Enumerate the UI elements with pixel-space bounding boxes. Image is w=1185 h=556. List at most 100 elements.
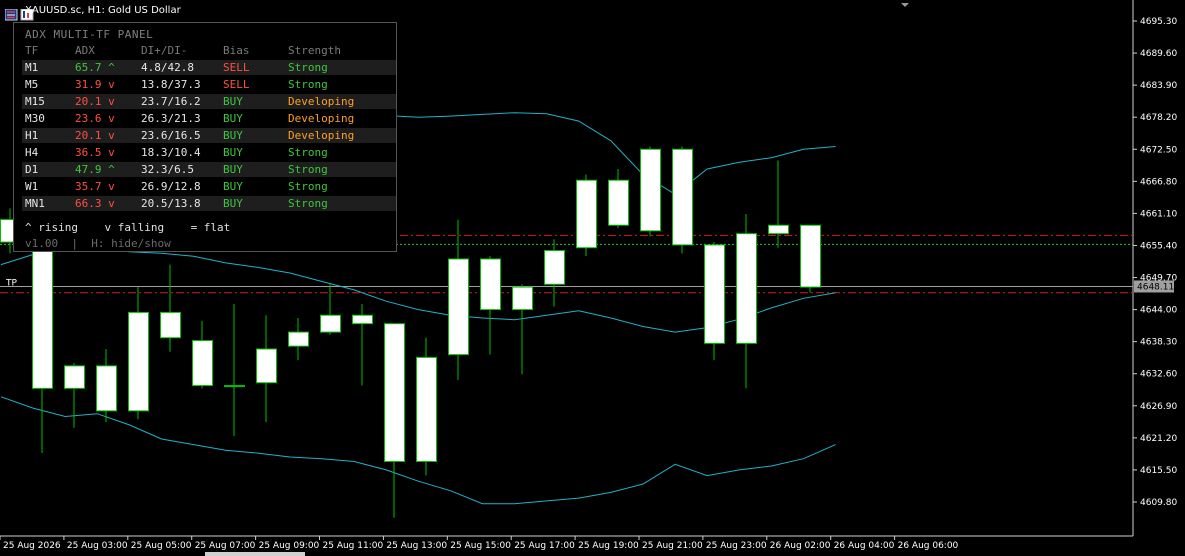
panel-row-h1: H1 20.1 v 23.6/16.5 BUY Developing xyxy=(22,128,396,143)
candle-body xyxy=(800,224,821,288)
current-price-label: 4648.11 xyxy=(1137,282,1174,292)
price-tick-label: 4661.10 xyxy=(1140,209,1177,219)
row-tf: M5 xyxy=(25,78,39,91)
time-tick-label: 25 Aug 23:00 xyxy=(706,541,767,551)
row-adx: 66.3 v xyxy=(75,197,115,210)
row-adx: 65.7 ^ xyxy=(75,61,115,74)
tp-label: TP xyxy=(5,278,17,288)
time-tick-label: 26 Aug 02:00 xyxy=(770,541,831,551)
candle-body xyxy=(96,365,117,412)
row-di: 32.3/6.5 xyxy=(141,163,194,176)
candle-body xyxy=(480,258,501,311)
row-adx: 23.6 v xyxy=(75,112,115,125)
header-di: DI+/DI- xyxy=(141,44,188,57)
row-tf: M30 xyxy=(25,112,45,125)
row-tf: H1 xyxy=(25,129,39,142)
candle-body xyxy=(64,365,85,389)
candle-body xyxy=(320,314,341,333)
row-di: 18.3/10.4 xyxy=(141,146,201,159)
row-adx: 20.1 v xyxy=(75,95,115,108)
row-strength: Strong xyxy=(288,180,328,193)
price-tick-label: 4689.60 xyxy=(1140,49,1177,59)
price-tick-label: 4678.20 xyxy=(1140,113,1177,123)
row-adx: 31.9 v xyxy=(75,78,115,91)
row-strength: Strong xyxy=(288,146,328,159)
candle-body xyxy=(128,311,149,412)
row-tf: MN1 xyxy=(25,197,45,210)
time-tick-label: 25 Aug 13:00 xyxy=(386,541,447,551)
row-tf: H4 xyxy=(25,146,39,159)
candle-body xyxy=(512,286,533,311)
row-adx: 20.1 v xyxy=(75,129,115,142)
time-tick-label: 25 Aug 2026 xyxy=(3,541,61,551)
candle-body xyxy=(256,348,277,384)
row-tf: D1 xyxy=(25,163,39,176)
row-bias: BUY xyxy=(223,112,243,125)
price-tick-label: 4683.90 xyxy=(1140,81,1177,91)
panel-row-mn1: MN1 66.3 v 20.5/13.8 BUY Strong xyxy=(22,196,396,211)
header-strength: Strength xyxy=(288,44,341,57)
price-tick-label: 4638.30 xyxy=(1140,338,1177,348)
row-strength: Developing xyxy=(288,95,355,108)
time-tick-label: 25 Aug 07:00 xyxy=(195,541,256,551)
chart-scrollbar[interactable] xyxy=(205,552,305,556)
row-bias: BUY xyxy=(223,146,243,159)
row-bias: BUY xyxy=(223,95,243,108)
candle-body xyxy=(224,385,245,388)
price-tick-label: 4672.50 xyxy=(1140,145,1177,155)
price-tick-label: 4632.60 xyxy=(1140,370,1177,380)
row-di: 20.5/13.8 xyxy=(141,197,201,210)
row-strength: Developing xyxy=(288,129,355,142)
row-tf: M1 xyxy=(25,61,39,74)
candle-body xyxy=(384,323,405,462)
candle-body xyxy=(736,233,757,344)
time-tick-label: 25 Aug 09:00 xyxy=(259,541,320,551)
candle-body xyxy=(576,179,597,249)
time-tick-label: 25 Aug 11:00 xyxy=(323,541,384,551)
candle-body xyxy=(768,224,789,235)
panel-row-m1: M1 65.7 ^ 4.8/42.8 SELL Strong xyxy=(22,60,396,75)
row-adx: 47.9 ^ xyxy=(75,163,115,176)
row-bias: BUY xyxy=(223,129,243,142)
row-di: 26.3/21.3 xyxy=(141,112,201,125)
time-tick-label: 26 Aug 06:00 xyxy=(898,541,959,551)
row-di: 23.7/16.2 xyxy=(141,95,201,108)
row-tf: M15 xyxy=(25,95,45,108)
panel-footer: v1.00 | H: hide/show xyxy=(25,237,171,250)
candle-body xyxy=(288,331,309,347)
panel-row-m15: M15 20.1 v 23.7/16.2 BUY Developing xyxy=(22,94,396,109)
row-strength: Strong xyxy=(288,163,328,176)
candle-body xyxy=(352,314,373,325)
row-bias: BUY xyxy=(223,197,243,210)
candle-body xyxy=(192,340,213,387)
row-strength: Strong xyxy=(288,197,328,210)
header-adx: ADX xyxy=(75,44,95,57)
row-di: 13.8/37.3 xyxy=(141,78,201,91)
candle-body xyxy=(448,258,469,356)
candle-body xyxy=(640,148,661,232)
candle-body xyxy=(160,311,181,339)
row-di: 23.6/16.5 xyxy=(141,129,201,142)
candle-body xyxy=(416,356,437,462)
symbol-title: XAUUSD.sc, H1: Gold US Dollar xyxy=(25,5,181,16)
panel-row-h4: H4 36.5 v 18.3/10.4 BUY Strong xyxy=(22,145,396,160)
panel-legend: ^ rising v falling = flat xyxy=(25,221,231,234)
header-tf: TF xyxy=(25,44,39,57)
price-tick-label: 4609.80 xyxy=(1140,498,1177,508)
price-tick-label: 4666.80 xyxy=(1140,177,1177,187)
row-adx: 36.5 v xyxy=(75,146,115,159)
time-tick-label: 26 Aug 04:00 xyxy=(834,541,895,551)
candle-body xyxy=(608,179,629,226)
price-tick-label: 4695.30 xyxy=(1140,17,1177,27)
row-strength: Strong xyxy=(288,61,328,74)
row-bias: BUY xyxy=(223,180,243,193)
time-tick-label: 25 Aug 03:00 xyxy=(67,541,128,551)
row-di: 4.8/42.8 xyxy=(141,61,194,74)
price-tick-label: 4655.40 xyxy=(1140,241,1177,251)
price-tick-label: 4621.20 xyxy=(1140,434,1177,444)
scroll-marker-icon[interactable] xyxy=(901,3,909,7)
row-strength: Strong xyxy=(288,78,328,91)
row-bias: BUY xyxy=(223,163,243,176)
candle-body xyxy=(672,148,693,246)
row-bias: SELL xyxy=(223,61,250,74)
